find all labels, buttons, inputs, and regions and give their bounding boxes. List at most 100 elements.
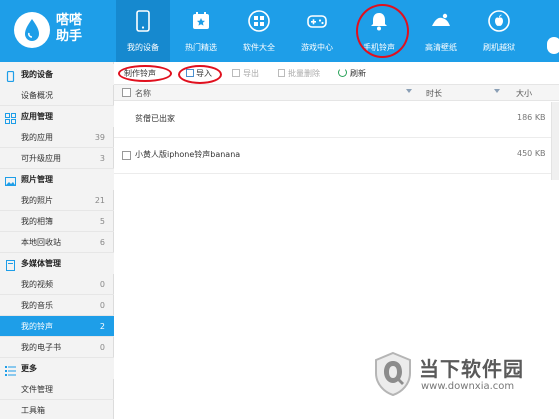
sidebar-item-label: 我的音乐 bbox=[21, 301, 53, 310]
sidebar-item-file-manager[interactable]: 文件管理 bbox=[0, 379, 114, 400]
media-icon bbox=[5, 258, 16, 271]
app-name-line1: 嗒嗒 bbox=[56, 13, 83, 28]
sidebar-item-label: 我的铃声 bbox=[21, 322, 53, 331]
export-icon bbox=[232, 69, 240, 77]
sidebar-item-count: 39 bbox=[94, 133, 105, 142]
sidebar-item-label: 我的视频 bbox=[21, 280, 53, 289]
column-header-name[interactable]: 名称 bbox=[135, 88, 151, 99]
row-checkbox[interactable] bbox=[122, 151, 131, 160]
export-label: 导出 bbox=[243, 69, 259, 78]
sidebar-item-label: 工具箱 bbox=[21, 406, 45, 415]
sidebar-item-count: 0 bbox=[99, 343, 105, 352]
wallpaper-icon bbox=[430, 10, 452, 32]
nav-label: 游戏中心 bbox=[301, 43, 333, 52]
export-button[interactable]: 导出 bbox=[232, 67, 259, 80]
table-header: 名称 时长 大小 bbox=[114, 84, 559, 101]
sidebar-group-photos[interactable]: 照片管理 bbox=[0, 169, 114, 190]
ringtone-name: 贫僧已出家 bbox=[135, 114, 175, 123]
sidebar-group-title: 应用管理 bbox=[21, 112, 53, 121]
ringtone-size: 186 KB bbox=[517, 113, 546, 122]
phone-icon bbox=[132, 10, 154, 32]
top-bar: 嗒嗒 助手 我的设备 热门精选 软件大全 游戏中心 手机铃声 高清壁纸 刷机越狱 bbox=[0, 0, 559, 62]
nav-wallpapers[interactable]: 高清壁纸 bbox=[414, 0, 468, 62]
refresh-label: 刷新 bbox=[350, 69, 366, 78]
watermark-url: www.downxia.com bbox=[421, 381, 515, 392]
refresh-icon bbox=[338, 68, 347, 77]
sidebar-group-title: 我的设备 bbox=[21, 70, 53, 79]
sidebar-item-label: 本地回收站 bbox=[21, 238, 61, 247]
app-name-line2: 助手 bbox=[56, 29, 83, 44]
refresh-button[interactable]: 刷新 bbox=[338, 67, 366, 80]
column-header-size[interactable]: 大小 bbox=[516, 88, 532, 99]
sidebar-item-toolbox[interactable]: 工具箱 bbox=[0, 400, 114, 419]
sidebar-item-label: 我的电子书 bbox=[21, 343, 61, 352]
nav-scroll-button[interactable] bbox=[547, 37, 559, 54]
nav-my-device[interactable]: 我的设备 bbox=[116, 0, 170, 62]
sidebar-item-my-albums[interactable]: 我的相簿 5 bbox=[0, 211, 114, 232]
calendar-star-icon bbox=[190, 10, 212, 32]
droplet-logo-icon bbox=[14, 12, 50, 48]
table-row[interactable]: 小黄人版iphone铃声banana 450 KB bbox=[114, 138, 551, 174]
nav-label: 高清壁纸 bbox=[425, 43, 457, 52]
ringtone-size: 450 KB bbox=[517, 149, 546, 158]
sort-name-icon[interactable] bbox=[406, 89, 412, 93]
nav-label: 我的设备 bbox=[127, 43, 159, 52]
column-header-duration[interactable]: 时长 bbox=[426, 88, 442, 99]
vertical-scrollbar[interactable] bbox=[551, 102, 559, 180]
sidebar-item-my-ringtones[interactable]: 我的铃声 2 bbox=[0, 316, 114, 337]
sidebar-item-my-apps[interactable]: 我的应用 39 bbox=[0, 127, 114, 148]
sidebar-item-label: 文件管理 bbox=[21, 385, 53, 394]
sidebar-item-my-videos[interactable]: 我的视频 0 bbox=[0, 274, 114, 295]
batch-delete-button[interactable]: 批量删除 bbox=[278, 67, 320, 80]
shield-logo-icon bbox=[373, 351, 413, 397]
sidebar-item-label: 我的照片 bbox=[21, 196, 53, 205]
nav-jailbreak[interactable]: 刷机越狱 bbox=[472, 0, 526, 62]
sidebar-item-label: 可升级应用 bbox=[21, 154, 61, 163]
sidebar-item-count: 0 bbox=[99, 301, 105, 310]
highlight-ring-make-ringtone bbox=[118, 65, 172, 82]
sidebar-group-title: 更多 bbox=[21, 364, 37, 373]
app-window: 嗒嗒 助手 我的设备 热门精选 软件大全 游戏中心 手机铃声 高清壁纸 刷机越狱… bbox=[0, 0, 559, 419]
sidebar-group-title: 多媒体管理 bbox=[21, 259, 61, 268]
sidebar-group-media[interactable]: 多媒体管理 bbox=[0, 253, 114, 274]
sidebar-item-count: 21 bbox=[94, 196, 105, 205]
nav-software[interactable]: 软件大全 bbox=[232, 0, 286, 62]
nav-label: 热门精选 bbox=[185, 43, 217, 52]
sidebar-item-count: 0 bbox=[99, 280, 105, 289]
gamepad-icon bbox=[306, 10, 328, 32]
apple-icon bbox=[488, 10, 510, 32]
apps-grid-icon bbox=[5, 111, 16, 124]
sidebar-item-my-ebooks[interactable]: 我的电子书 0 bbox=[0, 337, 114, 358]
photo-icon bbox=[5, 174, 16, 186]
nav-game-center[interactable]: 游戏中心 bbox=[290, 0, 344, 62]
sidebar-group-more[interactable]: 更多 bbox=[0, 358, 114, 379]
toolbar: 制作铃声 导入 导出 批量删除 刷新 bbox=[114, 62, 559, 84]
nav-label: 刷机越狱 bbox=[483, 43, 515, 52]
sidebar-group-apps[interactable]: 应用管理 bbox=[0, 106, 114, 127]
select-all-checkbox[interactable] bbox=[122, 88, 131, 97]
batch-delete-label: 批量删除 bbox=[288, 69, 320, 78]
list-icon bbox=[5, 363, 16, 376]
sidebar-item-upgradable-apps[interactable]: 可升级应用 3 bbox=[0, 148, 114, 169]
sidebar-item-count: 3 bbox=[99, 154, 105, 163]
watermark: 当下软件园 www.downxia.com bbox=[373, 351, 553, 403]
sidebar-item-count: 5 bbox=[99, 217, 105, 226]
highlight-ring-ringtones bbox=[356, 4, 409, 58]
apps-grid-icon bbox=[248, 10, 270, 32]
sort-duration-icon[interactable] bbox=[494, 89, 500, 93]
sidebar-group-device[interactable]: 我的设备 bbox=[0, 64, 114, 85]
sidebar-item-label: 设备概况 bbox=[21, 91, 53, 100]
sidebar-item-device-overview[interactable]: 设备概况 bbox=[0, 85, 114, 106]
ringtone-name: 小黄人版iphone铃声banana bbox=[135, 150, 241, 159]
nav-hot-picks[interactable]: 热门精选 bbox=[174, 0, 228, 62]
table-row[interactable]: 贫僧已出家 186 KB bbox=[114, 102, 551, 138]
sidebar-item-count: 6 bbox=[99, 238, 105, 247]
highlight-ring-import bbox=[178, 65, 222, 84]
phone-icon bbox=[5, 69, 16, 83]
watermark-title: 当下软件园 bbox=[419, 357, 524, 381]
sidebar-item-my-music[interactable]: 我的音乐 0 bbox=[0, 295, 114, 316]
sidebar-item-label: 我的相簿 bbox=[21, 217, 53, 226]
sidebar-item-label: 我的应用 bbox=[21, 133, 53, 142]
sidebar-item-my-photos[interactable]: 我的照片 21 bbox=[0, 190, 114, 211]
sidebar-item-recycle-bin[interactable]: 本地回收站 6 bbox=[0, 232, 114, 253]
